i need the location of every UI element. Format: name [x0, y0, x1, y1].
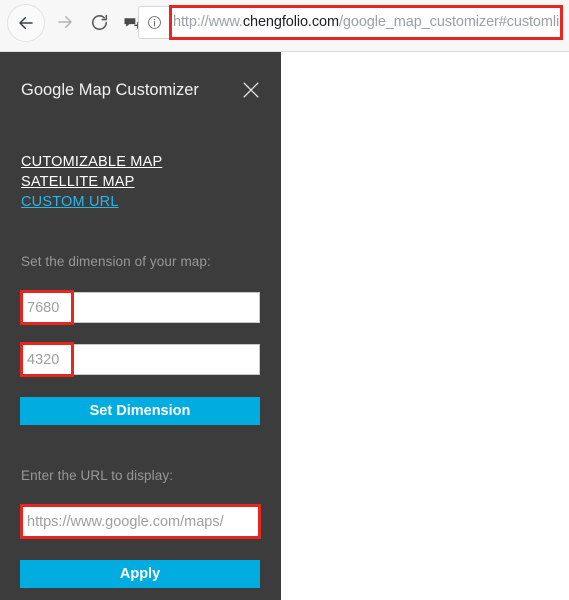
page-content: Google Map Customizer CUTOMIZABLE MAP SA…: [0, 52, 569, 600]
url-path: /google_map_customizer#customlink: [338, 14, 561, 30]
url-label: Enter the URL to display:: [21, 468, 174, 483]
arrow-right-icon: [58, 16, 72, 28]
map-url-input[interactable]: [20, 506, 260, 537]
google-map-customizer-panel: Google Map Customizer CUTOMIZABLE MAP SA…: [0, 52, 281, 600]
map-height-input[interactable]: [20, 344, 260, 375]
nav-item-customizable-map[interactable]: CUTOMIZABLE MAP: [21, 152, 261, 172]
dimension-label: Set the dimension of your map:: [21, 254, 211, 269]
apply-button[interactable]: Apply: [20, 560, 260, 588]
address-bar-url: http://www.chengfolio.com/google_map_cus…: [169, 7, 561, 38]
close-button[interactable]: [238, 76, 264, 104]
close-x-icon: [243, 82, 259, 98]
panel-nav: CUTOMIZABLE MAP SATELLITE MAP CUSTOM URL: [21, 152, 261, 212]
reload-button[interactable]: [84, 4, 114, 40]
url-domain: chengfolio.com: [242, 14, 339, 30]
url-prefix: http://www.: [173, 14, 243, 30]
page-title: Google Map Customizer: [21, 81, 199, 99]
panel-header: Google Map Customizer: [0, 76, 281, 116]
forward-button[interactable]: [49, 4, 81, 40]
info-circle-icon[interactable]: [139, 15, 169, 30]
address-bar[interactable]: http://www.chengfolio.com/google_map_cus…: [138, 6, 562, 39]
url-text-container[interactable]: http://www.chengfolio.com/google_map_cus…: [169, 7, 561, 38]
map-display-area[interactable]: [281, 52, 569, 600]
back-button[interactable]: [7, 4, 45, 42]
map-width-input[interactable]: [20, 292, 260, 323]
set-dimension-button[interactable]: Set Dimension: [20, 397, 260, 425]
arrow-left-icon: [19, 17, 33, 29]
nav-item-custom-url[interactable]: CUSTOM URL: [21, 192, 261, 212]
nav-item-satellite-map[interactable]: SATELLITE MAP: [21, 172, 261, 192]
reload-icon: [91, 14, 107, 30]
browser-toolbar: http://www.chengfolio.com/google_map_cus…: [0, 0, 569, 52]
